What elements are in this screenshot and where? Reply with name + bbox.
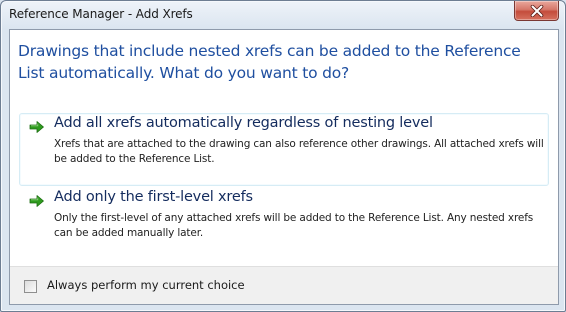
dialog-window: Reference Manager - Add Xrefs Drawings t… xyxy=(0,0,566,312)
always-perform-checkbox[interactable] xyxy=(24,280,37,293)
dialog-content: Drawings that include nested xrefs can b… xyxy=(9,29,559,305)
option-description: Only the first-level of any attached xre… xyxy=(54,212,534,239)
always-perform-label[interactable]: Always perform my current choice xyxy=(47,278,245,292)
window-title: Reference Manager - Add Xrefs xyxy=(9,7,193,21)
option-add-all-xrefs[interactable]: Add all xrefs automatically regardless o… xyxy=(19,113,549,186)
option-description: Xrefs that are attached to the drawing c… xyxy=(54,138,544,165)
close-button[interactable] xyxy=(514,1,559,21)
option-add-first-level-xrefs[interactable]: Add only the first-level xrefs Only the … xyxy=(19,187,549,253)
main-instruction: Drawings that include nested xrefs can b… xyxy=(18,42,521,82)
close-icon xyxy=(530,4,543,17)
green-arrow-icon xyxy=(29,195,44,207)
title-bar[interactable]: Reference Manager - Add Xrefs xyxy=(1,1,565,29)
dialog-footer: Always perform my current choice xyxy=(10,266,558,304)
option-title: Add all xrefs automatically regardless o… xyxy=(54,115,433,131)
green-arrow-icon xyxy=(29,121,44,133)
option-title: Add only the first-level xrefs xyxy=(54,189,253,205)
